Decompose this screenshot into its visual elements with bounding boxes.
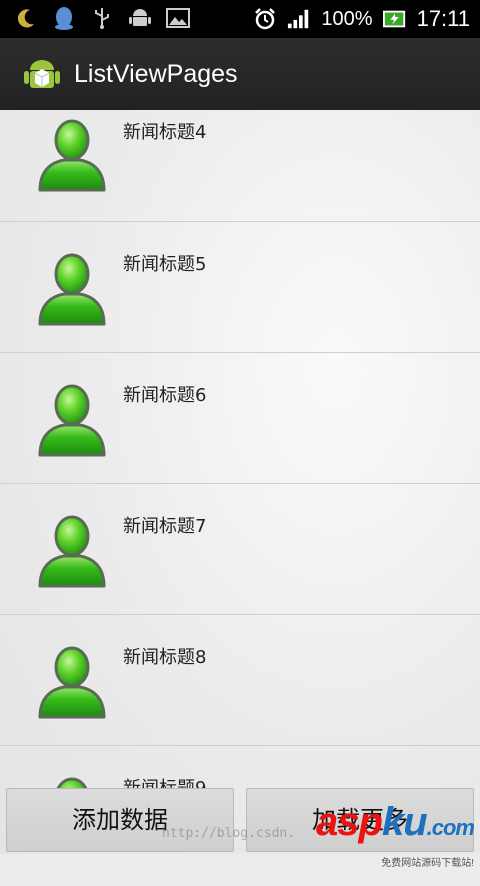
person-icon — [36, 514, 108, 590]
list-item[interactable]: 新闻标题7 — [0, 484, 480, 615]
battery-icon — [382, 7, 407, 31]
list-item-title: 新闻标题4 — [123, 122, 207, 143]
list-item[interactable]: 新闻标题4 — [0, 110, 480, 222]
action-bar: ListViewPages — [0, 38, 480, 112]
moon-icon — [14, 6, 38, 30]
aspku-watermark-logo: aspku.com 免费网站源码下载站! — [316, 800, 475, 869]
android-debug-icon — [128, 6, 152, 30]
list-item-title: 新闻标题8 — [123, 647, 207, 668]
person-icon — [36, 252, 108, 328]
add-data-button[interactable]: 添加数据 — [6, 788, 234, 852]
signal-icon — [287, 7, 311, 31]
alarm-icon — [253, 7, 277, 31]
list-item[interactable]: 新闻标题5 — [0, 222, 480, 353]
person-icon — [36, 645, 108, 721]
watermark-blue-text: ku — [381, 800, 428, 844]
list-item[interactable]: 新闻标题8 — [0, 615, 480, 746]
person-icon — [36, 118, 108, 194]
status-bar: 100% 17:11 — [0, 0, 480, 38]
list-item-title: 新闻标题7 — [123, 516, 207, 537]
android-app-icon[interactable] — [22, 54, 62, 94]
app-title: ListViewPages — [74, 60, 238, 88]
system-status: 100% 17:11 — [253, 0, 470, 38]
clock: 17:11 — [416, 6, 470, 31]
blog-url-watermark: http://blog.csdn. — [162, 826, 296, 841]
news-list-content: 新闻标题4 新闻标题5 新闻标题6 新闻标题7 新闻标题8 新闻标题9 — [0, 110, 480, 854]
list-item[interactable]: 新闻标题6 — [0, 353, 480, 484]
list-item-title: 新闻标题5 — [123, 254, 207, 275]
image-icon — [166, 6, 190, 30]
qq-penguin-icon — [52, 6, 76, 30]
person-icon — [36, 383, 108, 459]
watermark-suffix: .com — [426, 815, 475, 840]
watermark-tagline: 免费网站源码下载站! — [381, 858, 474, 869]
notification-icons — [14, 6, 190, 30]
battery-percent: 100% — [321, 7, 373, 30]
watermark-red-text: asp — [316, 800, 383, 844]
usb-icon — [90, 6, 114, 30]
news-list[interactable]: 新闻标题4 新闻标题5 新闻标题6 新闻标题7 新闻标题8 新闻标题9 — [0, 110, 480, 854]
list-item-title: 新闻标题6 — [123, 385, 207, 406]
